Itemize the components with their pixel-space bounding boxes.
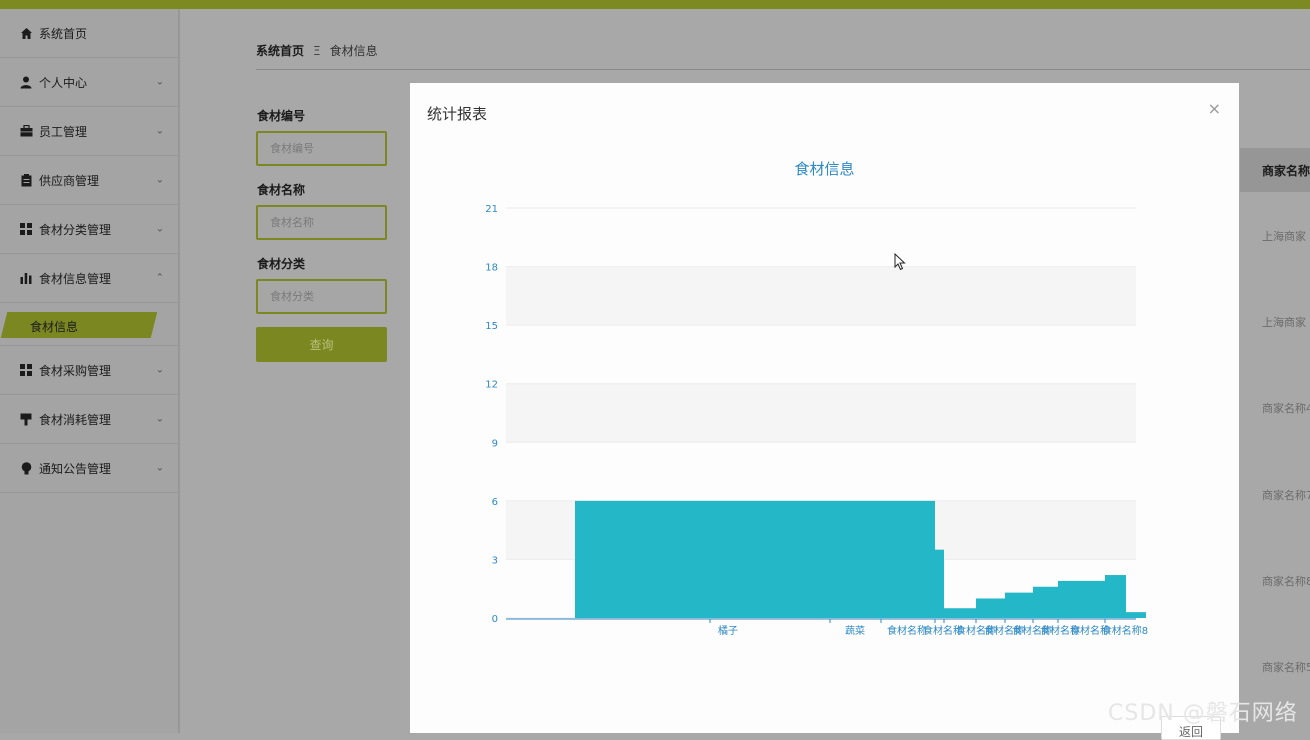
bar-chart: 036912151821橘子 蔬菜 食材名称食材名称食材名称食材名称食材名称食材名称… <box>485 204 1148 637</box>
sidebar-item-label: 供应商管理 <box>39 173 100 188</box>
sidebar-subitem-ingredient[interactable]: 食材信息 <box>0 303 178 346</box>
ingredient-code-label: 食材编号 <box>257 109 306 123</box>
table-header-merchant: 商家名称 <box>1240 148 1310 192</box>
grid-band <box>506 383 1136 443</box>
bar <box>710 500 830 618</box>
chevron-up-icon: ⌃ <box>155 272 164 284</box>
sidebar: 系统首页 个人中心 ⌄ 员工管理 ⌄ 供应商管理 ⌄ 食材分类管理 ⌄ 食材信息… <box>0 9 180 733</box>
bar <box>1105 575 1126 618</box>
sidebar-item-ingredient-info[interactable]: 食材信息管理 ⌃ <box>0 254 178 303</box>
table-cell: 商家名称7 <box>1262 489 1310 502</box>
active-highlight <box>0 312 158 338</box>
sidebar-item-purchase[interactable]: 食材采购管理 ⌄ <box>0 346 178 395</box>
y-tick-label: 0 <box>492 614 498 625</box>
y-tick-label: 3 <box>492 555 498 566</box>
grid-icon <box>19 222 33 236</box>
ingredient-category-label: 食材分类 <box>257 257 306 271</box>
sidebar-item-supplier[interactable]: 供应商管理 ⌄ <box>0 156 178 205</box>
y-tick-label: 18 <box>485 263 498 274</box>
sidebar-item-label: 员工管理 <box>39 124 88 139</box>
y-tick-label: 6 <box>492 497 498 508</box>
y-tick-label: 21 <box>485 204 498 215</box>
bar <box>1126 612 1146 618</box>
grid-icon <box>19 363 33 377</box>
sidebar-item-label: 食材消耗管理 <box>39 412 112 427</box>
y-tick-label: 15 <box>485 321 498 332</box>
ingredient-name-label: 食材名称 <box>257 183 306 197</box>
ingredient-name-field[interactable] <box>256 205 387 240</box>
x-tick-label: 食材名称 <box>887 624 927 637</box>
bar <box>1033 586 1058 618</box>
table-cell: 上海商家 <box>1262 230 1306 243</box>
breadcrumb-home[interactable]: 系统首页 <box>256 42 304 59</box>
top-accent-bar <box>0 0 1310 9</box>
ingredient-name-input[interactable] <box>258 207 385 238</box>
table-cell: 商家名称8 <box>1262 575 1310 588</box>
bar <box>830 500 881 618</box>
breadcrumb: 系统首页 Ξ 食材信息 <box>256 42 378 59</box>
sidebar-item-label: 系统首页 <box>39 26 88 41</box>
home-icon <box>19 26 33 40</box>
bar <box>935 549 944 618</box>
bulb-icon <box>19 461 33 475</box>
sidebar-item-consumption[interactable]: 食材消耗管理 ⌄ <box>0 395 178 444</box>
statistics-modal: 统计报表 × 食材信息 0 3 6 9 12 15 18 21 橘子 蔬菜 食材名称 食材名称 食材名称… <box>410 83 1239 740</box>
chevron-down-icon: ⌄ <box>155 364 164 376</box>
query-button[interactable]: 查询 <box>256 327 387 362</box>
bar-chart-icon <box>19 271 33 285</box>
sidebar-item-label: 食材信息管理 <box>39 271 112 286</box>
table-cell: 商家名称4 <box>1262 402 1310 415</box>
watermark: CSDN @磐石网络 <box>1108 701 1298 726</box>
ingredient-code-field[interactable] <box>256 131 387 166</box>
bar <box>976 598 1005 618</box>
bar <box>575 500 710 618</box>
table-cell: 上海商家 <box>1262 316 1306 329</box>
divider <box>256 69 1310 70</box>
briefcase-icon <box>19 124 33 138</box>
chevron-down-icon: ⌄ <box>155 174 164 186</box>
sidebar-item-employee[interactable]: 员工管理 ⌄ <box>0 107 178 156</box>
ingredient-code-input[interactable] <box>258 133 385 164</box>
clipboard-icon <box>19 173 33 187</box>
sidebar-item-category[interactable]: 食材分类管理 ⌄ <box>0 205 178 254</box>
grid-band <box>506 266 1136 326</box>
sidebar-subitem-label: 食材信息 <box>30 320 79 334</box>
chevron-down-icon: ⌄ <box>155 413 164 425</box>
breadcrumb-current: 食材信息 <box>329 44 378 58</box>
sidebar-item-label: 食材采购管理 <box>39 363 112 378</box>
sidebar-item-home[interactable]: 系统首页 <box>0 9 178 58</box>
y-tick-label: 12 <box>485 380 498 391</box>
x-tick-label: 橘子 <box>718 625 738 637</box>
breadcrumb-separator: Ξ <box>313 43 321 58</box>
flag-icon <box>19 412 33 426</box>
mouse-cursor-icon <box>894 252 906 274</box>
table-cell: 商家名称5 <box>1262 661 1310 674</box>
sidebar-item-label: 食材分类管理 <box>39 222 112 237</box>
ingredient-category-field[interactable] <box>256 279 387 314</box>
bar <box>944 608 976 618</box>
y-tick-label: 9 <box>492 438 498 449</box>
ingredient-category-input[interactable] <box>258 281 385 312</box>
x-tick-label: 蔬菜 <box>845 625 865 637</box>
bar <box>1058 580 1105 618</box>
bar <box>1005 592 1033 618</box>
sidebar-item-label: 个人中心 <box>39 75 88 90</box>
sidebar-item-personal-center[interactable]: 个人中心 ⌄ <box>0 58 178 107</box>
user-icon <box>19 75 33 89</box>
bar <box>881 500 935 618</box>
sidebar-item-label: 通知公告管理 <box>39 461 112 476</box>
chevron-down-icon: ⌄ <box>155 125 164 137</box>
chevron-down-icon: ⌄ <box>155 223 164 235</box>
table-partial: 商家名称 上海商家 上海商家 商家名称4 商家名称7 商家名称8 商家名称5 <box>1240 148 1310 733</box>
chevron-down-icon: ⌄ <box>155 462 164 474</box>
chevron-down-icon: ⌄ <box>155 76 164 88</box>
x-tick-label: 食材名称8 <box>1102 624 1148 637</box>
sidebar-item-notice[interactable]: 通知公告管理 ⌄ <box>0 444 178 493</box>
